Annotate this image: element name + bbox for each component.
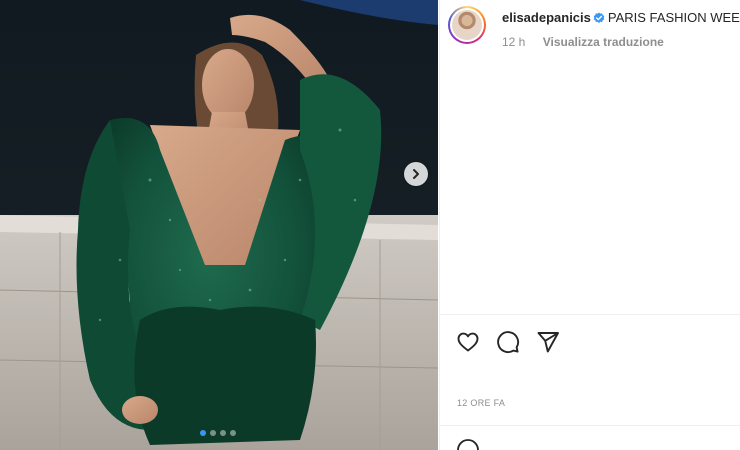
action-bar xyxy=(456,330,560,354)
time-ago: 12 h xyxy=(502,35,526,49)
next-slide-button[interactable] xyxy=(404,162,428,186)
share-button[interactable] xyxy=(536,330,560,354)
carousel-dot xyxy=(220,430,226,436)
avatar-image xyxy=(452,10,482,40)
username-link[interactable]: elisadepanicis xyxy=(502,10,591,25)
caption-line: elisadepanicis PARIS FASHION WEEK xyxy=(502,10,740,26)
chevron-right-icon xyxy=(413,169,419,179)
emoji-icon[interactable] xyxy=(456,438,480,450)
carousel-indicator xyxy=(200,430,236,436)
carousel-dot xyxy=(230,430,236,436)
comment-icon xyxy=(497,331,520,354)
post-header: elisadepanicis PARIS FASHION WEEK 12 h V… xyxy=(440,0,740,60)
avatar[interactable] xyxy=(448,6,486,44)
comment-button[interactable] xyxy=(496,330,520,354)
like-button[interactable] xyxy=(456,330,480,354)
translate-button[interactable]: Visualizza traduzione xyxy=(543,35,664,49)
verified-badge-icon xyxy=(593,12,605,23)
divider xyxy=(440,425,740,426)
heart-icon xyxy=(457,332,479,352)
comment-row xyxy=(456,438,480,450)
caption-meta: 12 h Visualizza traduzione xyxy=(502,35,664,49)
post-image xyxy=(0,0,438,450)
divider xyxy=(440,314,740,315)
post-photo[interactable] xyxy=(0,0,438,450)
carousel-dot xyxy=(210,430,216,436)
caption-text: PARIS FASHION WEEK xyxy=(607,10,740,25)
carousel-dot xyxy=(200,430,206,436)
post-date: 12 ORE FA xyxy=(457,398,506,408)
paper-plane-icon xyxy=(537,332,559,353)
post-side-panel: elisadepanicis PARIS FASHION WEEK 12 h V… xyxy=(439,0,740,450)
